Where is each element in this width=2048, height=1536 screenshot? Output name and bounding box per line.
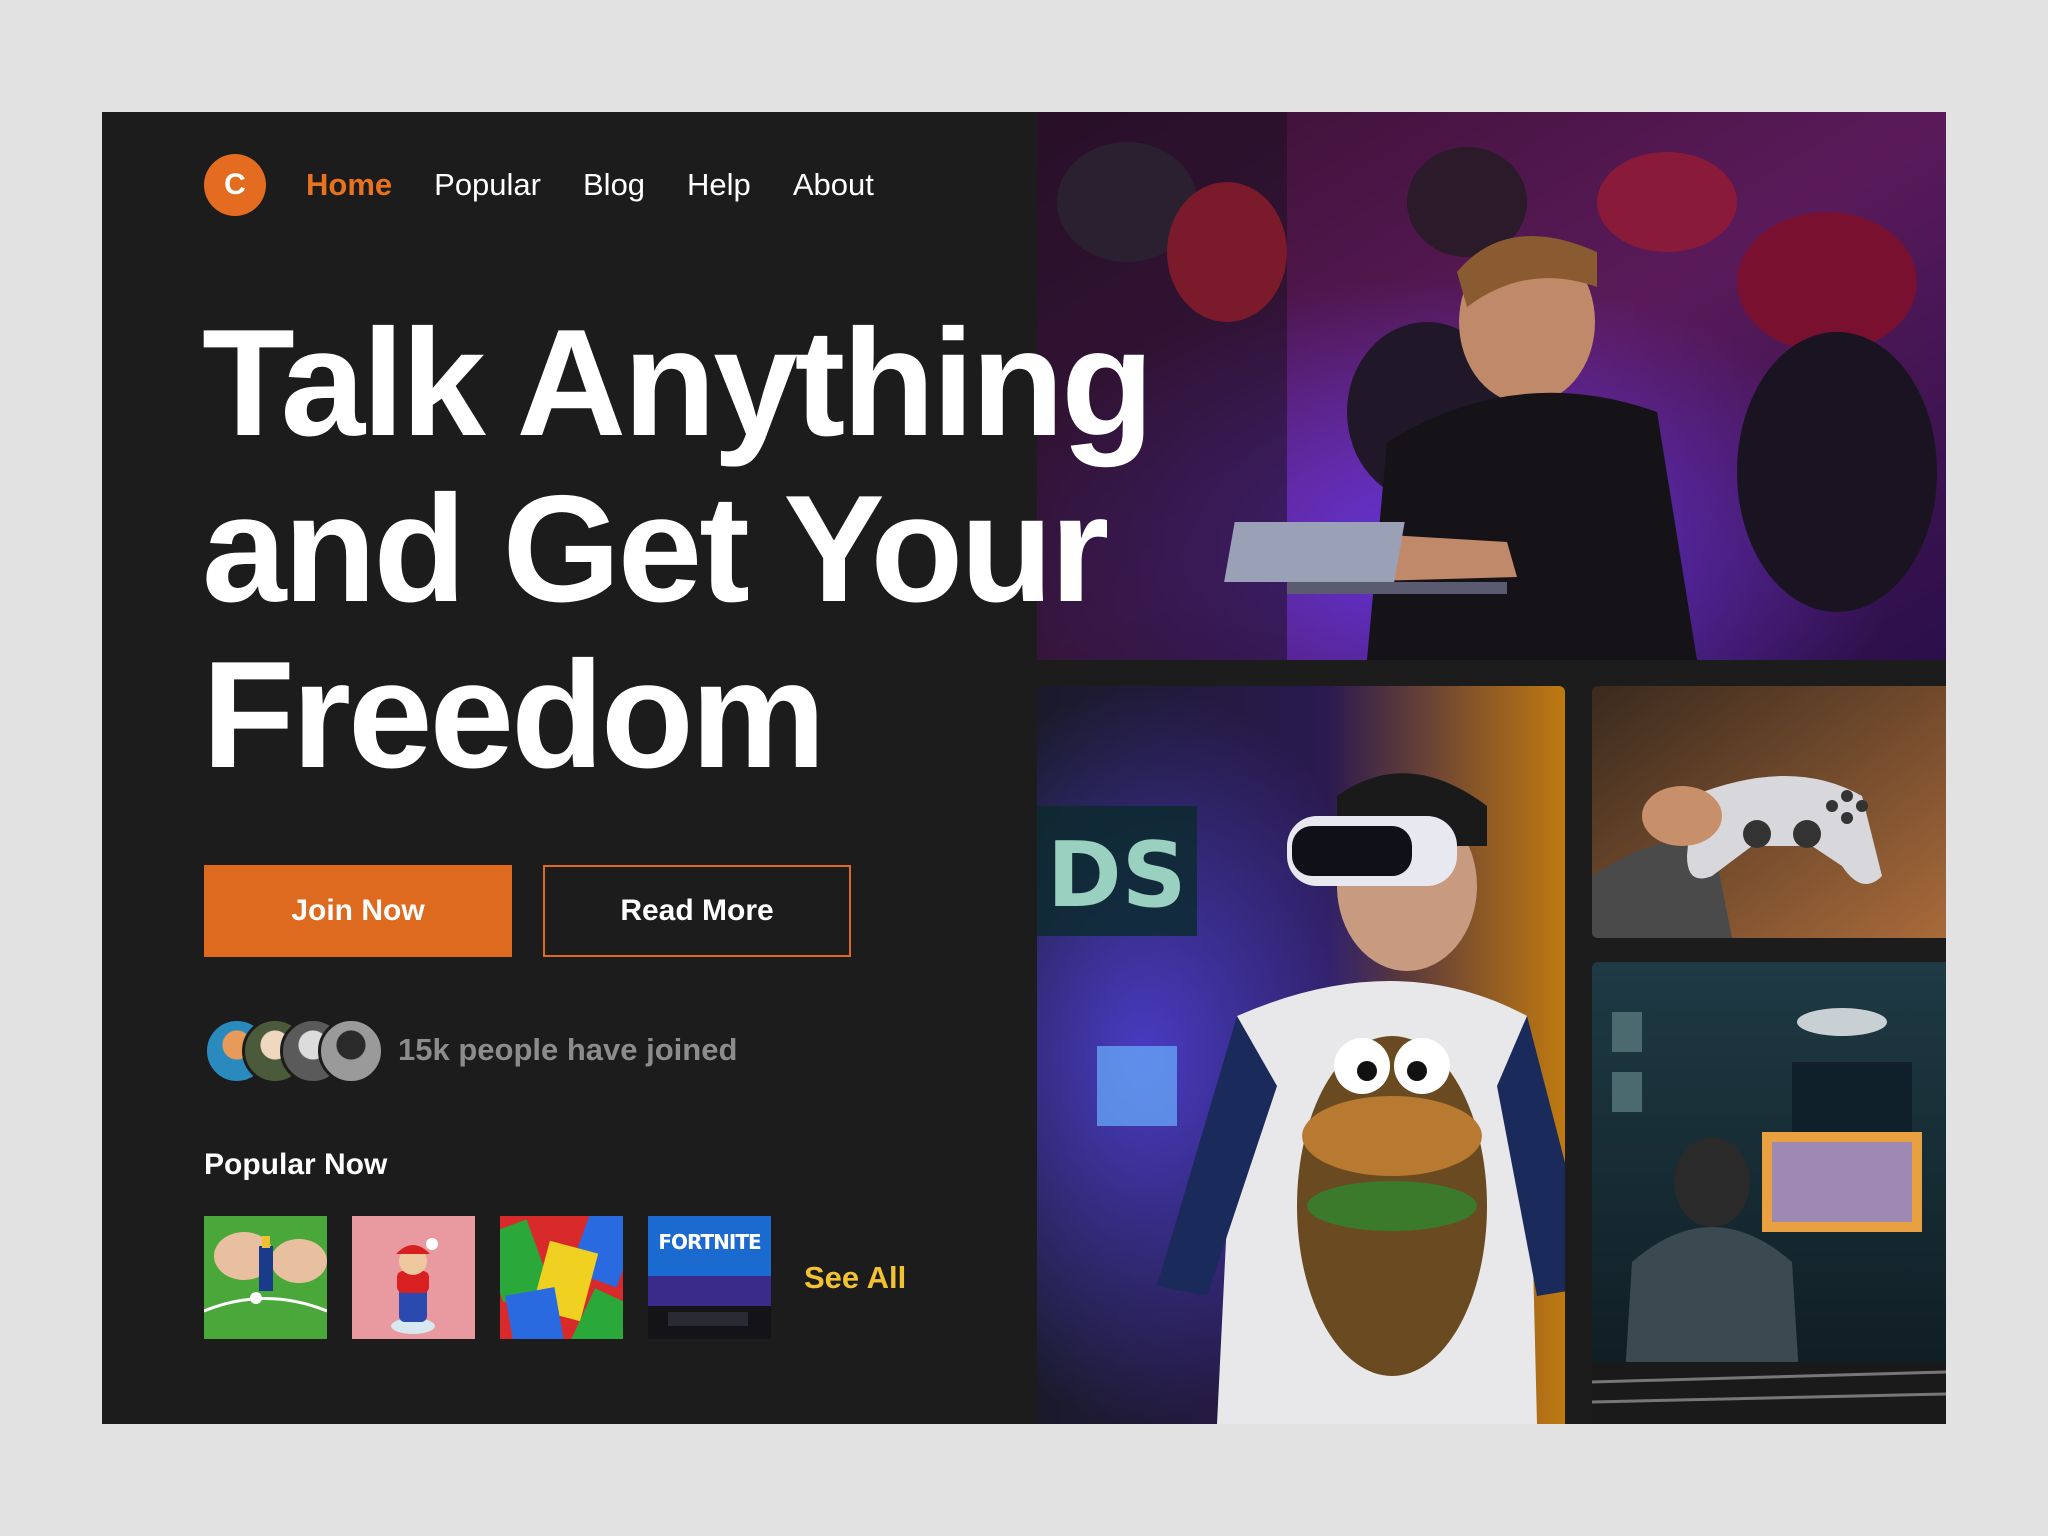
nav-help[interactable]: Help: [687, 167, 751, 203]
nav-blog[interactable]: Blog: [583, 167, 645, 203]
popular-thumbnails: FORTNITE: [204, 1216, 771, 1339]
thumbnail-fortnite-setup[interactable]: FORTNITE: [648, 1216, 771, 1339]
see-all-link[interactable]: See All: [804, 1260, 906, 1296]
hero-title-line-3: Freedom: [202, 630, 826, 800]
nav-home[interactable]: Home: [306, 167, 392, 203]
read-more-button[interactable]: Read More: [543, 865, 851, 957]
thumbnail-foosball-figure[interactable]: [204, 1216, 327, 1339]
hero-title: Talk Anything and Get Your Freedom: [202, 300, 1402, 798]
svg-text:DS: DS: [1047, 823, 1187, 928]
landing-page: C Home Popular Blog Help About DS Talk A…: [102, 112, 1946, 1424]
avatar: [318, 1018, 384, 1084]
joined-count-text: 15k people have joined: [398, 1032, 738, 1067]
popular-now-heading: Popular Now: [204, 1148, 388, 1181]
nav-popular[interactable]: Popular: [434, 167, 541, 203]
brand-logo[interactable]: C: [204, 154, 266, 216]
fortnite-caption: FORTNITE: [658, 1230, 761, 1254]
thumbnail-uno-cards[interactable]: [500, 1216, 623, 1339]
game-controller-photo: [1592, 686, 1946, 938]
thumbnail-mario-figure[interactable]: [352, 1216, 475, 1339]
top-nav: C Home Popular Blog Help About: [204, 154, 916, 216]
console-gaming-room-photo: [1592, 962, 1946, 1424]
hero-title-line-1: Talk Anything: [202, 298, 1154, 468]
join-now-button[interactable]: Join Now: [204, 865, 512, 957]
member-avatars: [204, 1018, 384, 1084]
nav-about[interactable]: About: [793, 167, 874, 203]
hero-title-line-2: and Get Your: [202, 464, 1109, 634]
